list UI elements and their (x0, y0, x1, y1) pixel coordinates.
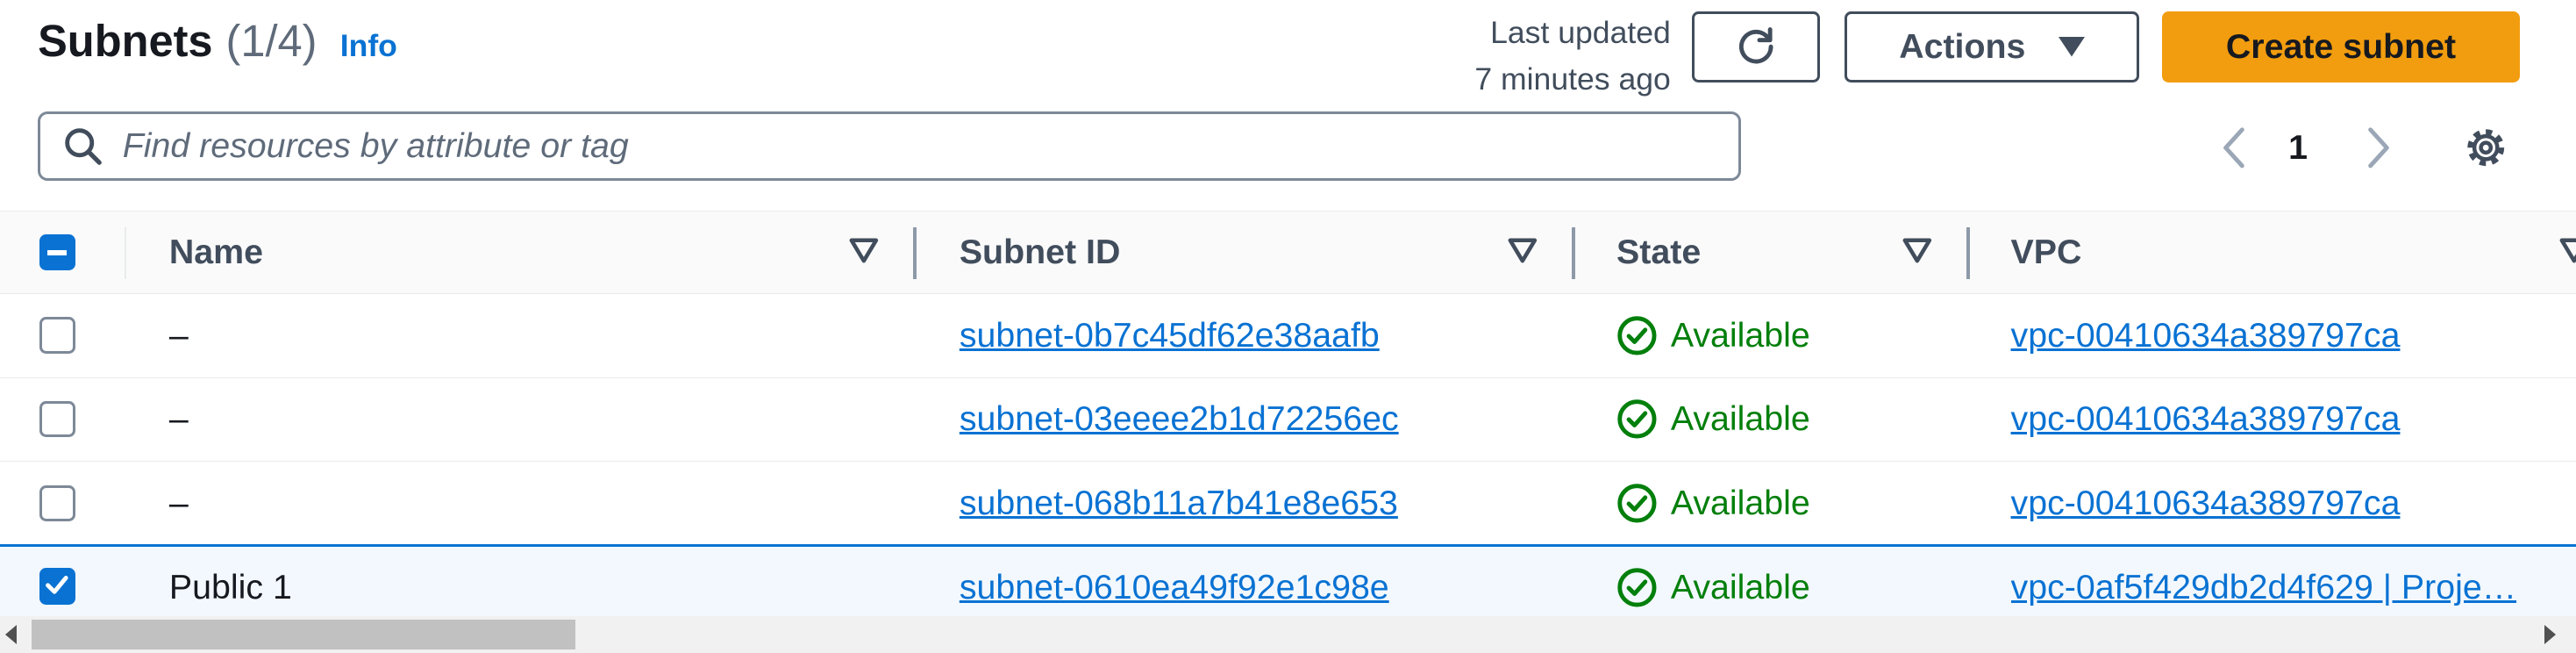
refresh-button[interactable] (1692, 11, 1821, 83)
sort-icon (1508, 238, 1538, 263)
row-checkbox[interactable] (39, 568, 76, 605)
state-label: Available (1670, 483, 1810, 522)
cell-vpc-link[interactable]: vpc-00410634a389797ca (2011, 462, 2401, 544)
row-checkbox[interactable] (39, 484, 76, 521)
table-row[interactable]: – subnet-068b11a7b41e8e653 Available vpc… (0, 462, 2576, 546)
column-divider (125, 227, 127, 279)
previous-page-button[interactable] (2209, 115, 2258, 181)
column-header-state[interactable]: State (1616, 212, 1961, 294)
sort-icon (849, 238, 879, 263)
page-title: Subnets (38, 15, 213, 66)
column-header-vpc[interactable]: VPC (2011, 212, 2576, 294)
state-label: Available (1670, 315, 1810, 355)
cell-name: – (168, 315, 189, 355)
page-header: Subnets (1/4) Info (38, 15, 397, 74)
state-label: Available (1670, 399, 1810, 439)
column-label: VPC (2010, 233, 2082, 272)
column-label: State (1616, 233, 1702, 272)
chevron-left-icon (2223, 127, 2245, 169)
row-checkbox[interactable] (39, 401, 76, 438)
table-row-selected[interactable]: Public 1 subnet-0610ea49f92e1c98e Availa… (0, 543, 2576, 628)
column-header-subnet-id[interactable]: Subnet ID (960, 212, 1567, 294)
table-row[interactable]: – subnet-0b7c45df62e38aafb Available vpc… (0, 294, 2576, 378)
cell-subnet-id-link[interactable]: subnet-03eeee2b1d72256ec (960, 378, 1399, 461)
cell-state: Available (1616, 462, 1810, 544)
column-header-name[interactable]: Name (169, 212, 909, 294)
state-label: Available (1670, 568, 1810, 607)
indeterminate-mark (46, 249, 68, 255)
gear-icon (2466, 129, 2504, 167)
scroll-left-arrow-icon[interactable] (4, 624, 17, 644)
search-field[interactable] (38, 111, 1742, 182)
last-updated: Last updated 7 minutes ago (1474, 10, 1671, 102)
actions-dropdown[interactable]: Actions (1845, 11, 2139, 83)
column-label: Name (168, 233, 264, 272)
column-label: Subnet ID (959, 233, 1121, 272)
cell-state: Available (1616, 378, 1810, 461)
cell-name: – (168, 399, 189, 439)
status-success-icon (1617, 484, 1657, 523)
checkmark-icon (46, 576, 68, 595)
caret-down-icon (2058, 37, 2085, 57)
actions-label: Actions (1899, 26, 2026, 66)
preferences-button[interactable] (2459, 122, 2512, 175)
next-page-button[interactable] (2354, 115, 2403, 181)
current-page[interactable]: 1 (2288, 115, 2308, 181)
cell-subnet-id-link[interactable]: subnet-068b11a7b41e8e653 (960, 462, 1398, 544)
scrollbar-thumb[interactable] (31, 620, 575, 649)
refresh-icon (1738, 27, 1773, 64)
column-resizer[interactable] (1572, 227, 1576, 279)
cell-vpc-link[interactable]: vpc-00410634a389797ca (2011, 294, 2401, 377)
search-input[interactable] (122, 126, 1602, 167)
selection-count: (1/4) (225, 15, 318, 66)
last-updated-value: 7 minutes ago (1474, 61, 1671, 97)
column-resizer[interactable] (1966, 227, 1970, 279)
search-icon (65, 128, 103, 166)
scroll-right-arrow-icon[interactable] (2544, 624, 2557, 644)
sort-icon (2559, 238, 2576, 263)
status-success-icon (1617, 568, 1657, 607)
cell-vpc-link[interactable]: vpc-00410634a389797ca (2011, 378, 2401, 461)
row-checkbox[interactable] (39, 317, 76, 354)
cell-state: Available (1616, 294, 1810, 377)
subnets-panel: Subnets (1/4) Info Last updated 7 minute… (0, 0, 2576, 653)
sort-icon (1902, 238, 1932, 263)
chevron-right-icon (2368, 127, 2389, 169)
create-subnet-button[interactable]: Create subnet (2161, 11, 2521, 83)
table-row[interactable]: – subnet-03eeee2b1d72256ec Available vpc… (0, 378, 2576, 463)
cell-name: – (168, 483, 189, 522)
table-header: Name Subnet ID State VPC (0, 210, 2576, 295)
status-success-icon (1617, 399, 1657, 439)
horizontal-scrollbar[interactable] (0, 616, 2576, 653)
info-link[interactable]: Info (340, 28, 397, 64)
last-updated-label: Last updated (1490, 15, 1671, 51)
column-resizer[interactable] (913, 227, 917, 279)
status-success-icon (1617, 315, 1657, 355)
select-all-checkbox[interactable] (39, 233, 76, 271)
cell-subnet-id-link[interactable]: subnet-0b7c45df62e38aafb (960, 294, 1380, 377)
